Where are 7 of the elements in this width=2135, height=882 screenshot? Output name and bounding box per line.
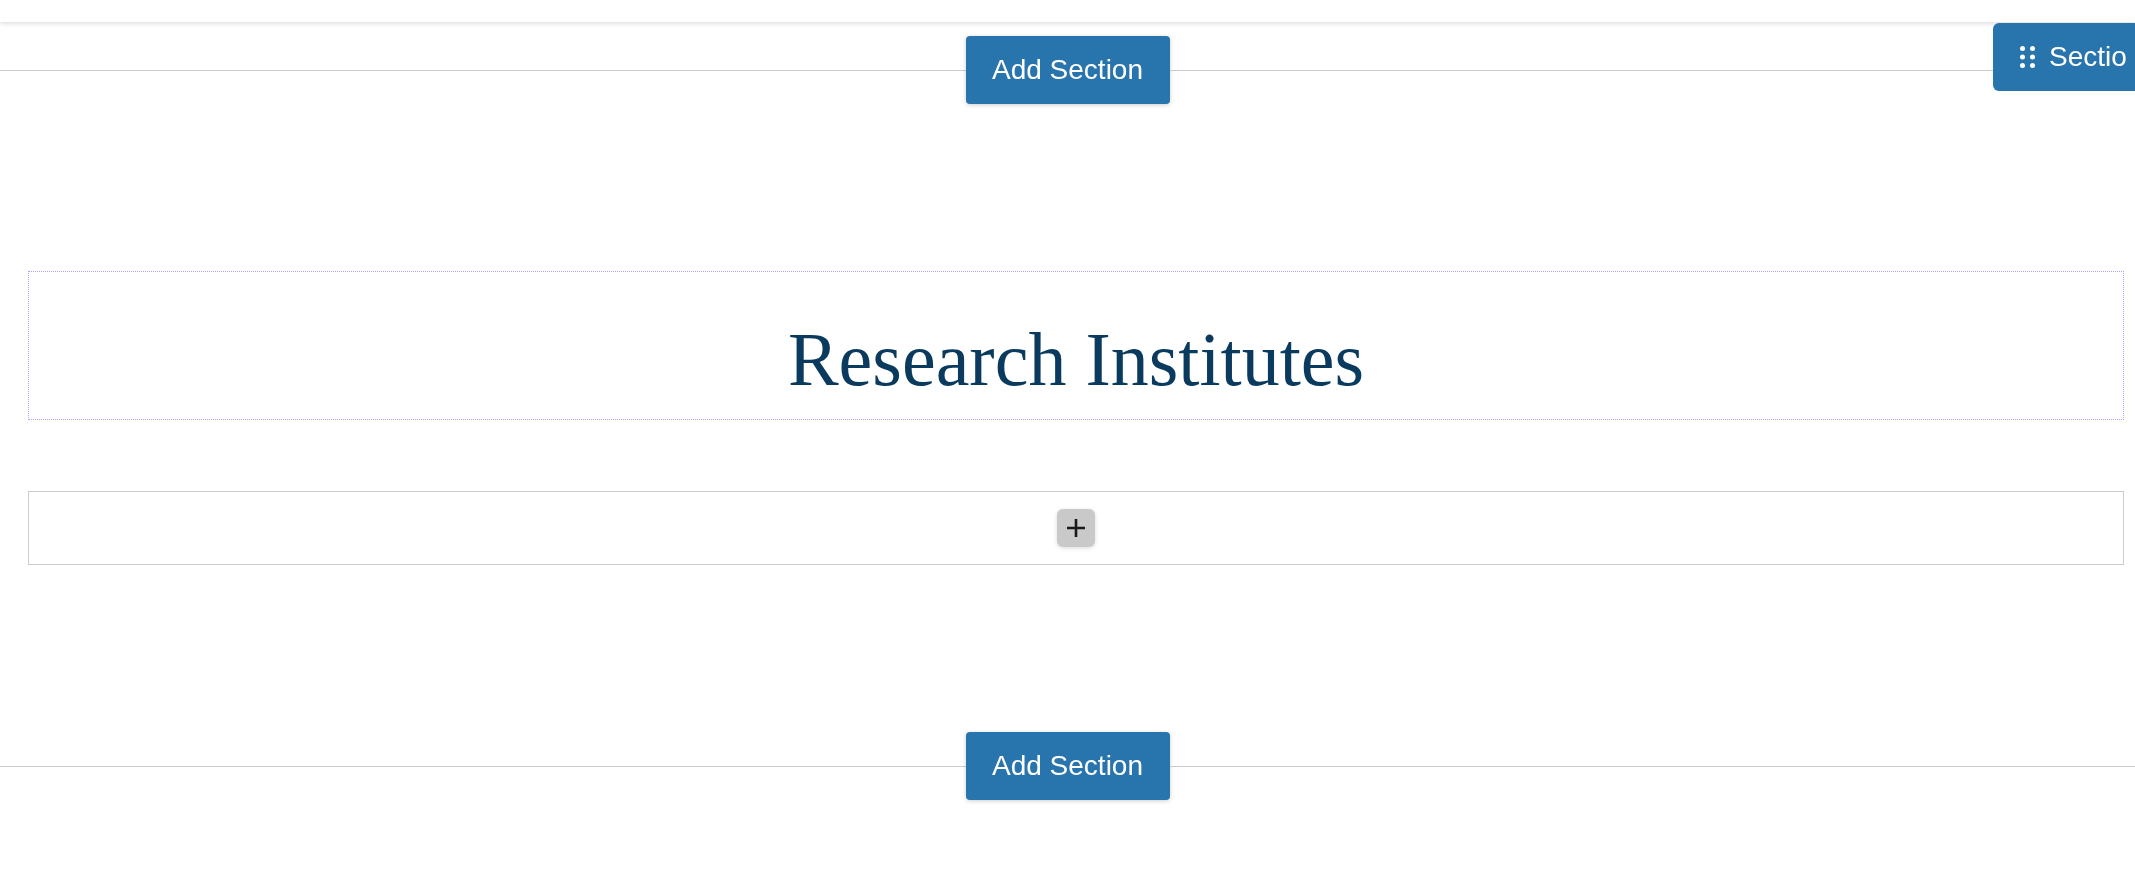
- add-block-button[interactable]: [1057, 509, 1095, 547]
- drag-handle-icon: [2020, 46, 2035, 68]
- heading-text: Research Institutes: [787, 321, 1365, 397]
- add-section-button[interactable]: Add Section: [965, 36, 1170, 104]
- add-section-button[interactable]: Add Section: [965, 732, 1170, 800]
- section-tab[interactable]: Sectio: [1993, 23, 2135, 91]
- plus-icon: [1066, 518, 1086, 538]
